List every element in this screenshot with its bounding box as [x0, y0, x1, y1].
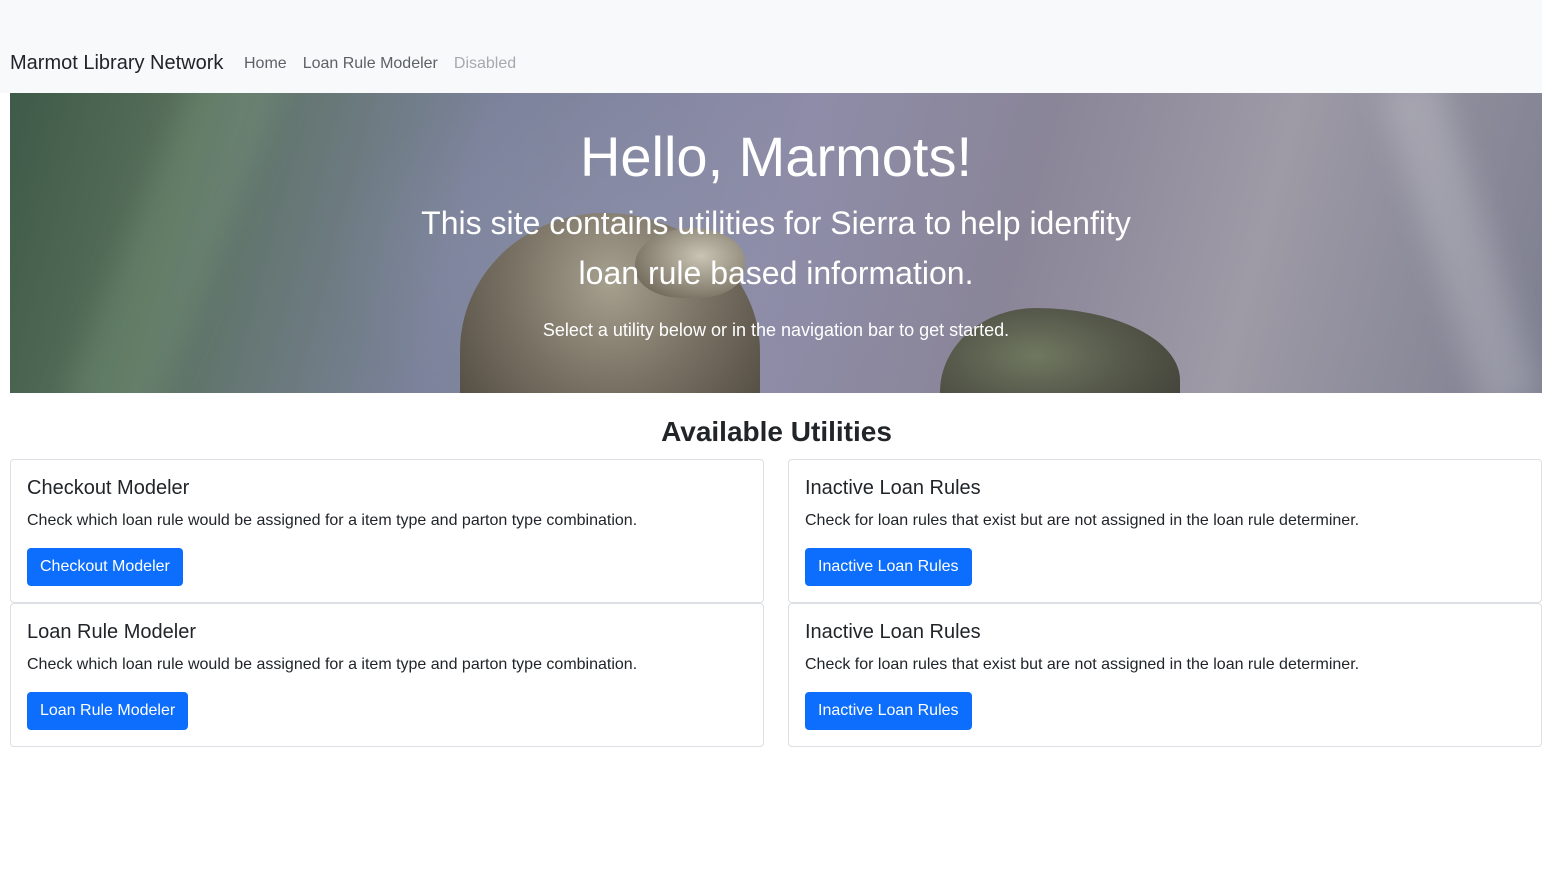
navbar-brand[interactable]: Marmot Library Network — [10, 52, 223, 75]
hero-lead-line-1: This site contains utilities for Sierra … — [421, 205, 1131, 241]
inactive-loan-rules-button-2[interactable]: Inactive Loan Rules — [805, 692, 972, 730]
card-text: Check for loan rules that exist but are … — [805, 512, 1360, 529]
hero-subtitle: Select a utility below or in the navigat… — [542, 320, 1010, 340]
utility-card-loan-rule-modeler: Loan Rule Modeler Check which loan rule … — [10, 603, 764, 747]
card-text: Check which loan rule would be assigned … — [27, 656, 638, 673]
card-text: Check which loan rule would be assigned … — [27, 512, 638, 529]
nav-link-disabled: Disabled — [453, 55, 517, 72]
navbar: Marmot Library Network Home Loan Rule Mo… — [0, 0, 1542, 93]
hero-text: Hello, Marmots! This site contains utili… — [10, 93, 1542, 393]
loan-rule-modeler-button[interactable]: Loan Rule Modeler — [27, 692, 189, 730]
card-title: Inactive Loan Rules — [805, 477, 981, 499]
card-text: Check for loan rules that exist but are … — [805, 656, 1360, 673]
checkout-modeler-button[interactable]: Checkout Modeler — [27, 548, 183, 586]
nav-link-loan-rule-modeler[interactable]: Loan Rule Modeler — [303, 55, 438, 73]
available-utilities-heading: Available Utilities — [661, 416, 892, 447]
utility-card-inactive-loan-rules-2: Inactive Loan Rules Check for loan rules… — [788, 603, 1542, 747]
hero-lead-line-2: loan rule based information. — [578, 255, 974, 291]
hero-banner: Hello, Marmots! This site contains utili… — [10, 93, 1542, 393]
nav-link-home[interactable]: Home — [244, 55, 287, 73]
inactive-loan-rules-button[interactable]: Inactive Loan Rules — [805, 548, 972, 586]
utility-card-inactive-loan-rules: Inactive Loan Rules Check for loan rules… — [788, 459, 1542, 603]
hero-title: Hello, Marmots! — [579, 125, 973, 188]
utility-card-checkout-modeler: Checkout Modeler Check which loan rule w… — [10, 459, 764, 603]
card-title: Loan Rule Modeler — [27, 621, 196, 643]
card-title: Checkout Modeler — [27, 477, 190, 499]
hero-lead: This site contains utilities for Sierra … — [10, 198, 1542, 298]
nav-links: Home Loan Rule Modeler Disabled — [244, 55, 516, 73]
card-title: Inactive Loan Rules — [805, 621, 981, 643]
